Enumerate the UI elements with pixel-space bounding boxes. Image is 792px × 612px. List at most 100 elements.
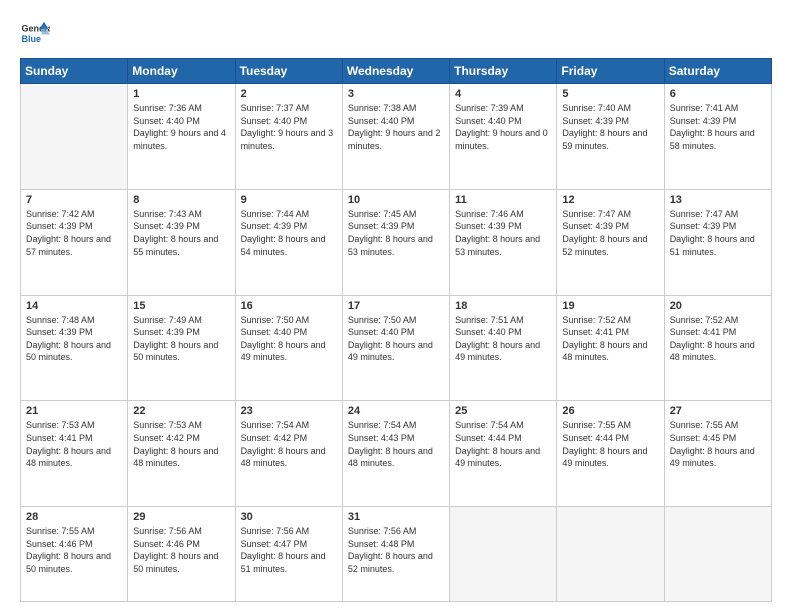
day-number: 18 [455, 300, 551, 312]
day-cell [557, 507, 664, 602]
day-cell [21, 84, 128, 190]
day-cell: 8 Sunrise: 7:43 AMSunset: 4:39 PMDaylight… [128, 189, 235, 295]
week-row: 21 Sunrise: 7:53 AMSunset: 4:41 PMDayligh… [21, 401, 772, 507]
day-info: Sunrise: 7:47 AMSunset: 4:39 PMDaylight:… [562, 208, 658, 258]
day-cell: 30 Sunrise: 7:56 AMSunset: 4:47 PMDayligh… [235, 507, 342, 602]
day-number: 19 [562, 300, 658, 312]
day-info: Sunrise: 7:52 AMSunset: 4:41 PMDaylight:… [562, 314, 658, 364]
day-cell: 10Sunrise: 7:45 AMSunset: 4:39 PMDayligh… [342, 189, 449, 295]
day-number: 11 [455, 194, 551, 206]
day-number: 2 [241, 88, 337, 100]
day-cell: 17Sunrise: 7:50 AMSunset: 4:40 PMDayligh… [342, 295, 449, 401]
day-info: Sunrise: 7:53 AMSunset: 4:41 PMDaylight:… [26, 419, 122, 469]
day-cell: 16 Sunrise: 7:50 AMSunset: 4:40 PMDayligh… [235, 295, 342, 401]
weekday-cell: Saturday [664, 59, 771, 84]
day-info: Sunrise: 7:52 AMSunset: 4:41 PMDaylight:… [670, 314, 766, 364]
day-number: 1 [133, 88, 229, 100]
week-row: 28 Sunrise: 7:55 AMSunset: 4:46 PMDayligh… [21, 507, 772, 602]
day-info: Sunrise: 7:46 AMSunset: 4:39 PMDaylight:… [455, 208, 551, 258]
day-cell: 14 Sunrise: 7:48 AMSunset: 4:39 PMDayligh… [21, 295, 128, 401]
day-number: 22 [133, 405, 229, 417]
logo: General Blue [20, 18, 50, 48]
day-info: Sunrise: 7:56 AMSunset: 4:47 PMDaylight:… [241, 525, 337, 575]
day-info: Sunrise: 7:49 AMSunset: 4:39 PMDaylight:… [133, 314, 229, 364]
day-cell: 3 Sunrise: 7:38 AMSunset: 4:40 PMDaylight… [342, 84, 449, 190]
day-info: Sunrise: 7:40 AMSunset: 4:39 PMDaylight:… [562, 102, 658, 152]
day-info: Sunrise: 7:42 AMSunset: 4:39 PMDaylight:… [26, 208, 122, 258]
weekday-cell: Monday [128, 59, 235, 84]
day-number: 27 [670, 405, 766, 417]
day-number: 15 [133, 300, 229, 312]
day-info: Sunrise: 7:54 AMSunset: 4:44 PMDaylight:… [455, 419, 551, 469]
day-info: Sunrise: 7:48 AMSunset: 4:39 PMDaylight:… [26, 314, 122, 364]
day-number: 7 [26, 194, 122, 206]
day-info: Sunrise: 7:38 AMSunset: 4:40 PMDaylight:… [348, 102, 444, 152]
day-info: Sunrise: 7:37 AMSunset: 4:40 PMDaylight:… [241, 102, 337, 152]
day-info: Sunrise: 7:51 AMSunset: 4:40 PMDaylight:… [455, 314, 551, 364]
day-number: 3 [348, 88, 444, 100]
day-cell: 20 Sunrise: 7:52 AMSunset: 4:41 PMDayligh… [664, 295, 771, 401]
day-info: Sunrise: 7:54 AMSunset: 4:42 PMDaylight:… [241, 419, 337, 469]
week-row: 1 Sunrise: 7:36 AMSunset: 4:40 PMDaylight… [21, 84, 772, 190]
day-number: 14 [26, 300, 122, 312]
day-number: 5 [562, 88, 658, 100]
day-cell: 26 Sunrise: 7:55 AMSunset: 4:44 PMDayligh… [557, 401, 664, 507]
day-number: 16 [241, 300, 337, 312]
day-info: Sunrise: 7:55 AMSunset: 4:46 PMDaylight:… [26, 525, 122, 575]
day-cell: 28 Sunrise: 7:55 AMSunset: 4:46 PMDayligh… [21, 507, 128, 602]
day-number: 24 [348, 405, 444, 417]
weekday-cell: Sunday [21, 59, 128, 84]
week-row: 7 Sunrise: 7:42 AMSunset: 4:39 PMDaylight… [21, 189, 772, 295]
day-info: Sunrise: 7:54 AMSunset: 4:43 PMDaylight:… [348, 419, 444, 469]
day-cell: 21 Sunrise: 7:53 AMSunset: 4:41 PMDayligh… [21, 401, 128, 507]
day-number: 6 [670, 88, 766, 100]
weekday-cell: Thursday [450, 59, 557, 84]
day-info: Sunrise: 7:50 AMSunset: 4:40 PMDaylight:… [348, 314, 444, 364]
day-cell: 4Sunrise: 7:39 AMSunset: 4:40 PMDaylight… [450, 84, 557, 190]
day-cell: 25 Sunrise: 7:54 AMSunset: 4:44 PMDayligh… [450, 401, 557, 507]
day-cell: 6 Sunrise: 7:41 AMSunset: 4:39 PMDaylight… [664, 84, 771, 190]
day-cell [450, 507, 557, 602]
svg-text:Blue: Blue [22, 34, 42, 44]
day-cell [664, 507, 771, 602]
page: General Blue SundayMondayTuesdayWednesda… [0, 0, 792, 612]
weekday-cell: Friday [557, 59, 664, 84]
day-cell: 23 Sunrise: 7:54 AMSunset: 4:42 PMDayligh… [235, 401, 342, 507]
day-cell: 24 Sunrise: 7:54 AMSunset: 4:43 PMDayligh… [342, 401, 449, 507]
day-number: 25 [455, 405, 551, 417]
day-info: Sunrise: 7:56 AMSunset: 4:48 PMDaylight:… [348, 525, 444, 575]
day-number: 9 [241, 194, 337, 206]
day-info: Sunrise: 7:44 AMSunset: 4:39 PMDaylight:… [241, 208, 337, 258]
day-cell: 31Sunrise: 7:56 AMSunset: 4:48 PMDayligh… [342, 507, 449, 602]
day-cell: 11 Sunrise: 7:46 AMSunset: 4:39 PMDayligh… [450, 189, 557, 295]
day-number: 28 [26, 511, 122, 523]
day-info: Sunrise: 7:47 AMSunset: 4:39 PMDaylight:… [670, 208, 766, 258]
day-number: 10 [348, 194, 444, 206]
header: General Blue [20, 18, 772, 48]
day-cell: 27Sunrise: 7:55 AMSunset: 4:45 PMDayligh… [664, 401, 771, 507]
day-number: 13 [670, 194, 766, 206]
day-number: 8 [133, 194, 229, 206]
day-info: Sunrise: 7:36 AMSunset: 4:40 PMDaylight:… [133, 102, 229, 152]
day-cell: 7 Sunrise: 7:42 AMSunset: 4:39 PMDaylight… [21, 189, 128, 295]
day-number: 30 [241, 511, 337, 523]
day-number: 21 [26, 405, 122, 417]
day-cell: 29Sunrise: 7:56 AMSunset: 4:46 PMDayligh… [128, 507, 235, 602]
day-info: Sunrise: 7:41 AMSunset: 4:39 PMDaylight:… [670, 102, 766, 152]
day-cell: 22Sunrise: 7:53 AMSunset: 4:42 PMDayligh… [128, 401, 235, 507]
day-number: 26 [562, 405, 658, 417]
day-cell: 5 Sunrise: 7:40 AMSunset: 4:39 PMDaylight… [557, 84, 664, 190]
day-info: Sunrise: 7:50 AMSunset: 4:40 PMDaylight:… [241, 314, 337, 364]
day-number: 20 [670, 300, 766, 312]
day-cell: 13 Sunrise: 7:47 AMSunset: 4:39 PMDayligh… [664, 189, 771, 295]
weekday-cell: Wednesday [342, 59, 449, 84]
day-cell: 12Sunrise: 7:47 AMSunset: 4:39 PMDayligh… [557, 189, 664, 295]
day-number: 4 [455, 88, 551, 100]
day-cell: 9 Sunrise: 7:44 AMSunset: 4:39 PMDaylight… [235, 189, 342, 295]
week-row: 14 Sunrise: 7:48 AMSunset: 4:39 PMDayligh… [21, 295, 772, 401]
day-number: 23 [241, 405, 337, 417]
day-cell: 15 Sunrise: 7:49 AMSunset: 4:39 PMDayligh… [128, 295, 235, 401]
day-cell: 19 Sunrise: 7:52 AMSunset: 4:41 PMDayligh… [557, 295, 664, 401]
day-info: Sunrise: 7:55 AMSunset: 4:44 PMDaylight:… [562, 419, 658, 469]
day-info: Sunrise: 7:43 AMSunset: 4:39 PMDaylight:… [133, 208, 229, 258]
